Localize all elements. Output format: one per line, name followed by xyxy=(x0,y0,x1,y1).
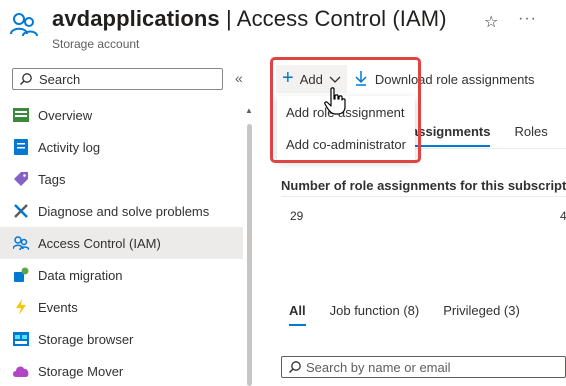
search-icon xyxy=(19,72,33,86)
sidebar-item-label: Tags xyxy=(38,171,66,187)
resource-name: avdapplications xyxy=(52,6,220,31)
role-count-limit-value: 4 xyxy=(560,209,566,223)
collapse-sidebar-icon[interactable]: « xyxy=(235,70,243,86)
sidebar-item-label: Data migration xyxy=(38,267,123,283)
sidebar-item-access-control[interactable]: Access Control (IAM) xyxy=(0,227,243,259)
sidebar-item-activity-log[interactable]: Activity log xyxy=(0,131,243,163)
tab-job-function[interactable]: Job function (8) xyxy=(330,303,420,326)
tab-privileged[interactable]: Privileged (3) xyxy=(443,303,520,326)
role-count-label: Number of role assignments for this subs… xyxy=(281,178,566,193)
sidebar-item-storage-mover[interactable]: Storage Mover xyxy=(0,355,243,386)
sidebar-item-label: Storage Mover xyxy=(38,363,124,379)
wrench-icon xyxy=(12,202,30,220)
search-by-name-input[interactable]: Search by name or email xyxy=(281,356,566,378)
sidebar-item-label: Storage browser xyxy=(38,331,134,347)
sidebar-item-data-migration[interactable]: Data migration xyxy=(0,259,243,291)
page-title: avdapplications | Access Control (IAM) xyxy=(52,6,447,32)
iam-tabs: assignments Roles xyxy=(411,124,548,147)
iam-people-icon xyxy=(10,10,38,38)
activity-log-icon xyxy=(12,138,30,156)
sidebar-item-storage-browser[interactable]: Storage browser xyxy=(0,323,243,355)
sidebar-item-diagnose[interactable]: Diagnose and solve problems xyxy=(0,195,243,227)
sidebar-item-label: Diagnose and solve problems xyxy=(38,203,210,219)
tab-role-assignments[interactable]: assignments xyxy=(411,124,491,147)
hand-cursor-icon xyxy=(324,87,346,115)
tab-roles[interactable]: Roles xyxy=(514,124,547,147)
tab-all[interactable]: All xyxy=(289,303,306,326)
filter-tabs: All Job function (8) Privileged (3) xyxy=(289,303,520,326)
lightning-icon xyxy=(12,298,30,316)
sidebar-item-label: Activity log xyxy=(38,139,101,155)
sidebar-item-tags[interactable]: Tags xyxy=(0,163,243,195)
sidebar-search-placeholder: Search xyxy=(39,72,81,87)
sidebar-scrollbar[interactable] xyxy=(247,124,252,386)
data-migration-icon xyxy=(12,266,30,284)
sidebar-item-events[interactable]: Events xyxy=(0,291,243,323)
page-title-suffix: | Access Control (IAM) xyxy=(219,6,447,31)
page-subtitle: Storage account xyxy=(52,37,140,51)
sidebar-item-label: Overview xyxy=(38,107,93,123)
sidebar-search-input[interactable]: Search xyxy=(12,68,223,90)
sidebar-nav: Overview Activity log Tags Diagnose and … xyxy=(0,99,243,386)
role-count-value: 29 xyxy=(290,209,304,223)
search-by-name-placeholder: Search by name or email xyxy=(306,360,451,375)
more-options-icon[interactable]: ··· xyxy=(518,10,537,28)
tag-icon xyxy=(12,170,30,188)
sidebar-item-overview[interactable]: Overview xyxy=(0,99,243,131)
star-outline-icon[interactable]: ☆ xyxy=(484,12,498,32)
sidebar-item-label: Events xyxy=(38,299,78,315)
count-divider xyxy=(281,196,566,197)
sidebar-item-label: Access Control (IAM) xyxy=(38,235,161,251)
overview-icon xyxy=(12,106,30,124)
cloud-icon xyxy=(12,362,30,380)
search-icon xyxy=(288,360,302,374)
storage-browser-icon xyxy=(12,330,30,348)
scroll-up-arrow[interactable]: ▲ xyxy=(245,106,253,115)
people-icon xyxy=(12,234,30,252)
